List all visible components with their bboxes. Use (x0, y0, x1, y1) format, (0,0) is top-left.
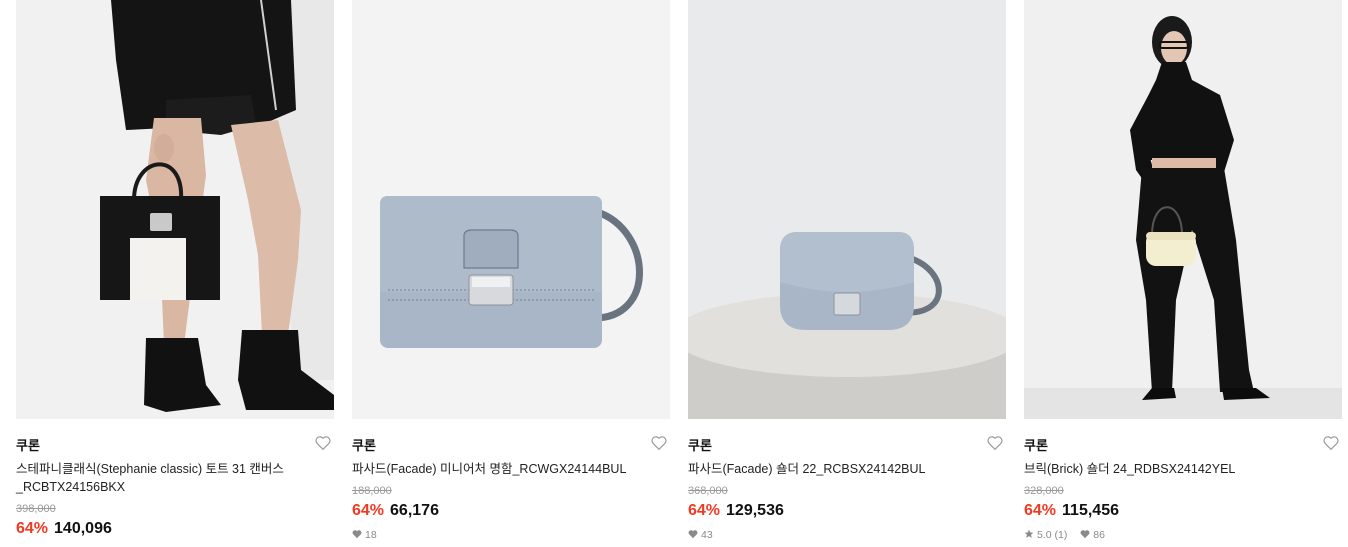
likes-count: 18 (365, 529, 377, 541)
brand-label: 쿠론 (1024, 438, 1048, 453)
product-image[interactable] (1024, 0, 1342, 419)
product-photo-facade-miniature (352, 0, 670, 419)
heart-outline-icon[interactable] (314, 434, 332, 452)
sale-price: 115,456 (1062, 502, 1119, 519)
price-row: 64% 140,096 (16, 519, 334, 539)
brand-label: 쿠론 (688, 438, 712, 453)
likes-count: 43 (701, 529, 713, 541)
product-meta: 43 (688, 529, 1006, 542)
original-price: 368,000 (688, 485, 728, 497)
price-row: 64% 66,176 (352, 501, 670, 521)
rating-group: 5.0 (1) (1024, 529, 1070, 541)
price-row: 64% 115,456 (1024, 501, 1342, 521)
product-name[interactable]: 파사드(Facade) 숄더 22_RCBSX24142BUL (688, 460, 1006, 478)
product-meta: 5.0 (1) 86 (1024, 529, 1342, 542)
heart-filled-icon (688, 529, 698, 542)
product-card[interactable]: 쿠론 스테파니클래식(Stephanie classic) 토트 31 캔버스_… (16, 0, 334, 547)
original-price: 398,000 (16, 503, 56, 515)
product-image[interactable] (688, 0, 1006, 419)
product-name[interactable]: 스테파니클래식(Stephanie classic) 토트 31 캔버스_RCB… (16, 460, 334, 496)
product-meta: 18 (352, 529, 670, 542)
discount-rate: 64% (688, 502, 721, 519)
heart-outline-icon[interactable] (1322, 434, 1340, 452)
likes-count: 86 (1093, 529, 1105, 541)
product-card[interactable]: 쿠론 파사드(Facade) 미니어처 명함_RCWGX24144BUL 188… (352, 0, 670, 547)
sale-price: 66,176 (390, 502, 439, 519)
discount-rate: 64% (352, 502, 385, 519)
likes-group: 43 (688, 529, 713, 541)
product-name[interactable]: 브릭(Brick) 숄더 24_RDBSX24142YEL (1024, 460, 1342, 478)
product-card[interactable]: 쿠론 파사드(Facade) 숄더 22_RCBSX24142BUL 368,0… (688, 0, 1006, 547)
heart-outline-icon[interactable] (650, 434, 668, 452)
sale-price: 140,096 (54, 520, 112, 537)
star-icon (1024, 529, 1034, 542)
heart-filled-icon (352, 529, 362, 542)
product-photo-brick-shoulder (1024, 0, 1342, 419)
discount-rate: 64% (16, 520, 49, 537)
brand-label: 쿠론 (352, 438, 376, 453)
price-row: 64% 129,536 (688, 501, 1006, 521)
original-price: 328,000 (1024, 485, 1064, 497)
product-grid: 쿠론 스테파니클래식(Stephanie classic) 토트 31 캔버스_… (0, 0, 1348, 547)
product-name[interactable]: 파사드(Facade) 미니어처 명함_RCWGX24144BUL (352, 460, 670, 478)
rating-value: 5.0 (1) (1037, 529, 1068, 541)
heart-filled-icon (1080, 529, 1090, 542)
heart-outline-icon[interactable] (986, 434, 1004, 452)
likes-group: 86 (1080, 529, 1105, 541)
discount-rate: 64% (1024, 502, 1057, 519)
product-image[interactable] (352, 0, 670, 419)
product-photo-stephanie-tote (16, 0, 334, 419)
product-image[interactable] (16, 0, 334, 419)
product-card[interactable]: 쿠론 브릭(Brick) 숄더 24_RDBSX24142YEL 328,000… (1024, 0, 1342, 547)
product-photo-facade-shoulder (688, 0, 1006, 419)
likes-group: 18 (352, 529, 377, 541)
original-price: 188,000 (352, 485, 392, 497)
brand-label: 쿠론 (16, 438, 40, 453)
sale-price: 129,536 (726, 502, 784, 519)
